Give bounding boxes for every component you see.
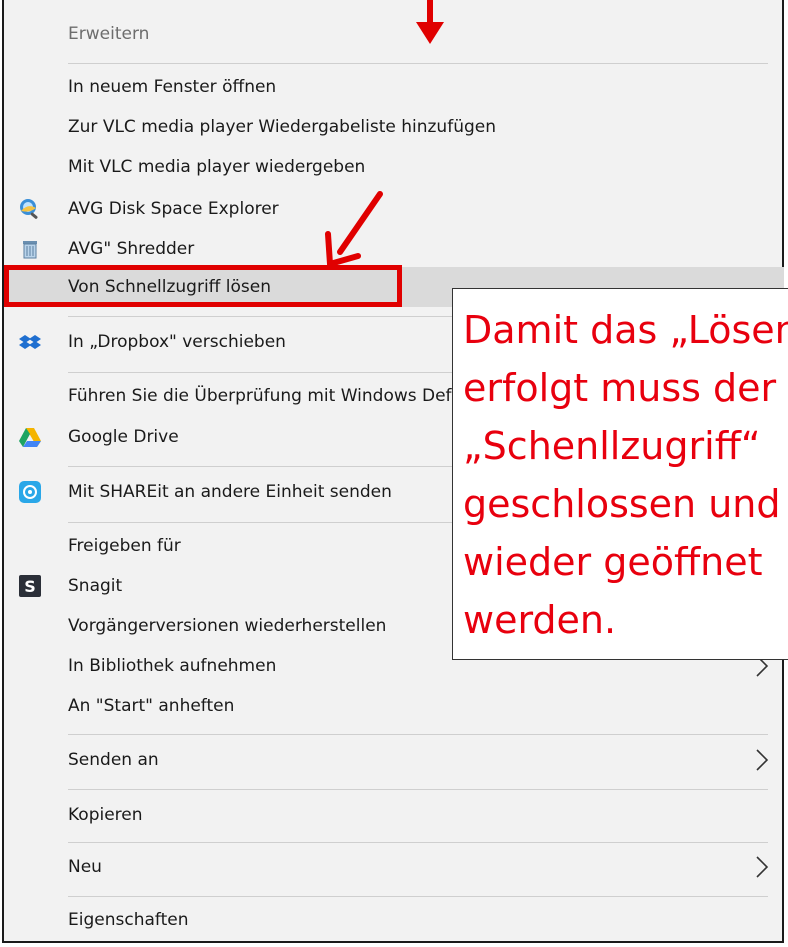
callout-line: Damit das „Lösen“: [463, 308, 788, 352]
menu-item-erweitern[interactable]: Erweitern: [4, 14, 784, 54]
callout-line: wieder geöffnet: [463, 540, 763, 584]
menu-item-avg-shredder[interactable]: AVG" Shredder: [4, 229, 784, 269]
menu-item-vlc-play[interactable]: Mit VLC media player wiedergeben: [4, 147, 784, 187]
avg-disk-icon: [20, 199, 38, 219]
chevron-right-icon: [756, 749, 769, 771]
callout-line: „Schenllzugriff“: [463, 424, 761, 468]
menu-item-label: Zur VLC media player Wiedergabeliste hin…: [68, 117, 496, 137]
menu-item-label: Snagit: [68, 576, 123, 596]
shareit-icon: [19, 481, 41, 503]
avg-shredder-icon: [23, 241, 37, 259]
menu-item-send-to[interactable]: Senden an: [4, 740, 784, 780]
callout-line: geschlossen und: [463, 482, 781, 526]
menu-item-label: Freigeben für: [68, 536, 181, 556]
menu-separator: [68, 842, 768, 843]
menu-item-label: In „Dropbox" verschieben: [68, 332, 286, 352]
menu-item-label: In Bibliothek aufnehmen: [68, 656, 277, 676]
menu-item-label: Mit VLC media player wiedergeben: [68, 157, 366, 177]
menu-item-avg-disk-explorer[interactable]: AVG Disk Space Explorer: [4, 189, 784, 229]
menu-item-label: Eigenschaften: [68, 910, 189, 930]
menu-separator: [68, 63, 768, 64]
annotation-callout: Damit das „Lösen“ erfolgt muss der „Sche…: [452, 288, 788, 660]
menu-item-label: An "Start" anheften: [68, 696, 235, 716]
down-arrow-annotation-icon: [416, 0, 444, 44]
menu-separator: [68, 789, 768, 790]
menu-separator: [68, 896, 768, 897]
menu-item-label: Neu: [68, 857, 102, 877]
svg-text:S: S: [24, 577, 36, 596]
snagit-icon: S: [19, 575, 41, 597]
menu-item-pin-to-start[interactable]: An "Start" anheften: [4, 686, 784, 726]
google-drive-icon: [19, 428, 41, 447]
highlight-annotation-box: [4, 265, 402, 307]
menu-item-label: Erweitern: [68, 24, 150, 44]
menu-item-properties[interactable]: Eigenschaften: [4, 900, 784, 940]
menu-item-label: Vorgängerversionen wiederherstellen: [68, 616, 387, 636]
menu-item-label: Senden an: [68, 750, 159, 770]
callout-line: werden.: [463, 598, 617, 642]
menu-item-label: AVG" Shredder: [68, 239, 195, 259]
menu-item-label: Mit SHAREit an andere Einheit senden: [68, 482, 392, 502]
menu-item-vlc-playlist[interactable]: Zur VLC media player Wiedergabeliste hin…: [4, 107, 784, 147]
menu-item-label: Google Drive: [68, 427, 179, 447]
menu-item-copy[interactable]: Kopieren: [4, 795, 784, 835]
menu-item-open-new-window[interactable]: In neuem Fenster öffnen: [4, 67, 784, 107]
menu-item-label: In neuem Fenster öffnen: [68, 77, 277, 97]
chevron-right-icon: [756, 856, 769, 878]
menu-item-label: AVG Disk Space Explorer: [68, 199, 279, 219]
dropbox-icon: [19, 335, 41, 349]
callout-line: erfolgt muss der: [463, 366, 777, 410]
menu-item-new[interactable]: Neu: [4, 847, 784, 887]
menu-separator: [68, 734, 768, 735]
diagonal-arrow-annotation-icon: [325, 191, 383, 268]
menu-item-label: Kopieren: [68, 805, 143, 825]
